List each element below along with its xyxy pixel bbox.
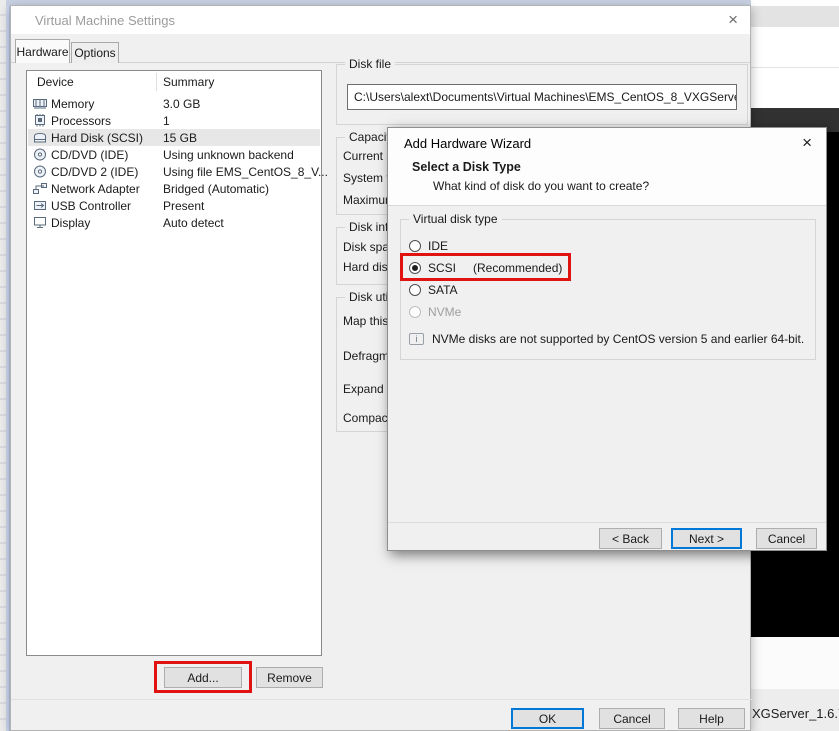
device-summary: Using file EMS_CentOS_8_V... [163,165,328,179]
radio-icon[interactable] [409,284,421,296]
hard-disk-icon [33,131,48,144]
settings-titlebar[interactable]: Virtual Machine Settings × [11,6,750,34]
disk-util-item: Map this [343,314,388,328]
device-name: CD/DVD (IDE) [51,148,128,162]
virtual-disk-type-group: Virtual disk type IDE SCSI (Recommended)… [400,219,816,360]
device-summary: Present [163,199,204,213]
processor-icon [33,114,48,127]
wizard-title: Add Hardware Wizard [404,136,531,151]
vm-name-fragment: XGServer_1.6.7_2 [752,706,839,721]
nvme-info-note: i NVMe disks are not supported by CentOS… [409,332,804,346]
device-name: CD/DVD 2 (IDE) [51,165,138,179]
annotation-box-add-button [154,661,252,693]
device-name: Network Adapter [51,182,140,196]
column-header-summary[interactable]: Summary [163,75,214,89]
usb-icon [33,199,48,212]
cancel-button[interactable]: Cancel [599,708,665,729]
background-toolbar-strip [751,6,839,27]
column-separator [156,73,157,91]
screenshot-root: XGServer_1.6.7_2 Virtual Machine Setting… [0,0,839,731]
device-summary: 15 GB [163,131,197,145]
capacity-item: System f [343,171,390,185]
radio-disabled-icon [409,306,421,318]
device-row-cd-dvd-2[interactable]: CD/DVD 2 (IDE) Using file EMS_CentOS_8_V… [28,163,320,180]
disk-file-path-field[interactable]: C:\Users\alext\Documents\Virtual Machine… [347,84,737,110]
radio-option-sata[interactable]: SATA [409,282,458,298]
device-name: Processors [51,114,111,128]
disk-file-group: Disk file C:\Users\alext\Documents\Virtu… [336,64,748,125]
device-row-display[interactable]: Display Auto detect [28,214,320,231]
column-header-device[interactable]: Device [37,75,74,89]
wizard-footer-separator [388,522,826,523]
memory-icon [33,97,48,110]
radio-label: IDE [428,239,448,253]
device-row-cd-dvd[interactable]: CD/DVD (IDE) Using unknown backend [28,146,320,163]
disk-file-group-label: Disk file [345,57,395,71]
close-icon[interactable]: × [728,11,738,28]
device-name: USB Controller [51,199,131,213]
info-icon: i [409,333,424,345]
capacity-item: Current s [343,149,392,163]
disk-util-item: Defragm [343,349,389,363]
ok-button[interactable]: OK [511,708,584,729]
tab-options[interactable]: Options [71,42,119,63]
device-summary: Auto detect [163,216,224,230]
disk-util-item: Expand c [343,382,393,396]
device-summary: Using unknown backend [163,148,294,162]
radio-option-nvme-disabled: NVMe [409,304,461,320]
device-list-header: Device Summary [27,71,321,93]
settings-dialog-title: Virtual Machine Settings [35,13,175,28]
device-row-network-adapter[interactable]: Network Adapter Bridged (Automatic) [28,180,320,197]
device-name: Display [51,216,90,230]
device-row-processors[interactable]: Processors 1 [28,112,320,129]
network-icon [33,182,48,195]
wizard-heading: Select a Disk Type [412,160,521,174]
virtual-disk-type-label: Virtual disk type [409,212,502,226]
radio-icon[interactable] [409,240,421,252]
back-button[interactable]: < Back [599,528,662,549]
background-divider-line [751,67,839,68]
device-summary: 1 [163,114,170,128]
device-row-usb-controller[interactable]: USB Controller Present [28,197,320,214]
wizard-subheading: What kind of disk do you want to create? [433,179,649,193]
device-row-memory[interactable]: Memory 3.0 GB [28,95,320,112]
cd-icon [33,148,48,161]
remove-button[interactable]: Remove [256,667,323,688]
radio-option-ide[interactable]: IDE [409,238,448,254]
info-note-text: NVMe disks are not supported by CentOS v… [432,332,804,346]
annotation-box-scsi-option [400,253,571,281]
help-button[interactable]: Help [678,708,745,729]
radio-label: NVMe [428,305,461,319]
device-name: Memory [51,97,94,111]
background-lower-panel [751,637,839,689]
background-statusbar: XGServer_1.6.7_2 [751,689,839,731]
wizard-cancel-button[interactable]: Cancel [756,528,817,549]
device-row-hard-disk-selected[interactable]: Hard Disk (SCSI) 15 GB [28,129,320,146]
tab-hardware[interactable]: Hardware [15,39,70,63]
next-button[interactable]: Next > [671,528,742,549]
device-name: Hard Disk (SCSI) [51,131,143,145]
disk-util-item: Compact [343,411,391,425]
add-hardware-wizard-dialog: Add Hardware Wizard × Select a Disk Type… [387,127,827,551]
device-summary: 3.0 GB [163,97,200,111]
close-icon[interactable]: × [802,134,812,151]
radio-label: SATA [428,283,458,297]
bottom-separator [11,699,752,700]
display-icon [33,216,48,229]
cd-icon [33,165,48,178]
device-list: Device Summary Memory 3.0 GB Processors … [26,70,322,656]
device-summary: Bridged (Automatic) [163,182,269,196]
